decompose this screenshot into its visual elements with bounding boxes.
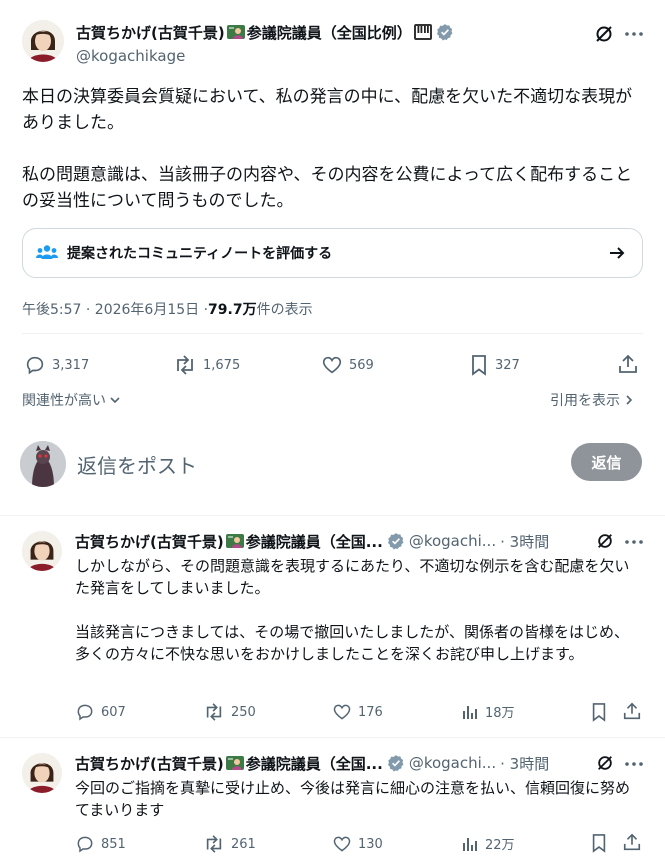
repost-stat[interactable]: 1,675 — [173, 354, 240, 376]
reply-author-title[interactable]: 参議院議員（全国... — [246, 531, 383, 552]
like-stat[interactable]: 569 — [321, 354, 374, 376]
author-title[interactable]: 参議院議員（全国比例） — [247, 22, 412, 43]
author-name[interactable]: 古賀ちかげ(古賀千景) — [76, 22, 225, 43]
views-stat[interactable]: 18万 — [461, 702, 515, 721]
like-count: 176 — [358, 704, 383, 720]
community-note-card[interactable]: 提案されたコミュニティノートを評価する — [22, 228, 643, 278]
repost-icon — [173, 354, 197, 376]
like-stat[interactable]: 176 — [332, 702, 383, 722]
more-icon[interactable] — [624, 756, 644, 772]
verified-badge-icon — [436, 23, 454, 41]
reply-stat[interactable]: 3,317 — [24, 354, 89, 376]
arrow-right-icon — [608, 244, 626, 262]
share-icon[interactable] — [622, 701, 642, 721]
repost-count: 1,675 — [203, 357, 241, 373]
divider — [0, 737, 665, 738]
reply-icon — [75, 834, 95, 854]
author-header: 古賀ちかげ(古賀千景) 参議院議員（全国比例） — [76, 20, 454, 44]
views-icon — [461, 703, 479, 721]
views-icon — [461, 835, 479, 853]
reply-paragraph-2: 当該発言につきましては、その場で撤回いたしましたが、関係者の皆様をはじめ、多くの… — [75, 623, 629, 663]
chevron-right-icon — [622, 393, 636, 407]
like-icon — [332, 834, 352, 854]
reply-avatar[interactable] — [22, 531, 62, 571]
community-notes-icon — [36, 244, 58, 262]
reply-handle[interactable]: @kogachi... — [409, 532, 496, 550]
bookmark-icon — [469, 354, 489, 376]
views-count: 79.7万 — [208, 302, 257, 318]
reply-count: 3,317 — [52, 357, 90, 373]
reply-handle[interactable]: @kogachi... — [409, 754, 496, 772]
teacher-emoji-icon — [226, 23, 245, 41]
repost-icon — [203, 834, 225, 854]
verified-badge-icon — [387, 532, 405, 550]
sort-label: 関連性が高い — [22, 393, 106, 409]
repost-icon — [203, 702, 225, 722]
author-avatar[interactable] — [22, 20, 64, 62]
reply-stat[interactable]: 607 — [75, 702, 126, 722]
reply-stat[interactable]: 851 — [75, 834, 126, 854]
reply-author-title[interactable]: 参議院議員（全国... — [246, 753, 383, 774]
reply-input[interactable]: 返信をポスト — [77, 450, 197, 479]
reply-time[interactable]: · 3時間 — [500, 531, 549, 552]
teacher-emoji-icon — [225, 754, 244, 772]
chevron-down-icon — [108, 393, 122, 407]
community-note-label: 提案されたコミュニティノートを評価する — [67, 246, 333, 262]
views-stat[interactable]: 22万 — [461, 834, 515, 853]
reply-time[interactable]: · 3時間 — [500, 753, 549, 774]
like-count: 569 — [349, 357, 374, 373]
reply-paragraph-1: しかしながら、その問題意識を表現するにあたり、不適切な例示を含む配慮を欠いた発言… — [75, 557, 630, 597]
verified-badge-icon — [387, 754, 405, 772]
divider — [22, 333, 643, 334]
tweet-timestamp[interactable]: 午後5:57 · 2026年6月15日 · — [22, 299, 208, 319]
bookmark-count: 327 — [495, 357, 520, 373]
reply-button[interactable]: 返信 — [571, 443, 642, 481]
repost-stat[interactable]: 250 — [203, 702, 256, 722]
repost-count: 261 — [231, 836, 256, 852]
reply-icon — [75, 702, 95, 722]
tweet-paragraph-2: 私の問題意識は、当該冊子の内容や、その内容を公費によって広く配布することの妥当性… — [22, 165, 633, 211]
piano-emoji-icon — [413, 23, 432, 41]
bookmark-stat[interactable]: 327 — [469, 354, 520, 376]
reply-header: 古賀ちかげ(古賀千景) 参議院議員（全国... @kogachi... · 3時… — [75, 752, 549, 774]
like-icon — [321, 354, 343, 376]
views-label: 件の表示 — [256, 302, 313, 318]
bookmark-icon[interactable] — [590, 702, 608, 722]
grok-icon[interactable] — [594, 24, 614, 44]
reply-author-name[interactable]: 古賀ちかげ(古賀千景) — [75, 753, 224, 774]
author-handle[interactable]: @kogachikage — [76, 47, 185, 65]
current-user-avatar[interactable] — [20, 441, 66, 487]
views-count: 22万 — [485, 838, 515, 853]
reply-count: 607 — [101, 704, 126, 720]
bookmark-icon[interactable] — [590, 833, 608, 853]
view-quotes-link[interactable]: 引用を表示 — [550, 390, 636, 410]
repost-count: 250 — [231, 704, 256, 720]
tweet-paragraph-1: 本日の決算委員会質疑において、私の発言の中に、配慮を欠いた不適切な表現がありまし… — [22, 87, 633, 133]
more-icon[interactable] — [624, 26, 644, 42]
reply-avatar[interactable] — [22, 753, 62, 793]
divider — [0, 515, 665, 516]
quotes-label: 引用を表示 — [550, 393, 620, 409]
reply-count: 851 — [101, 836, 126, 852]
like-stat[interactable]: 130 — [332, 834, 383, 854]
like-icon — [332, 702, 352, 722]
views-count: 18万 — [485, 706, 515, 721]
teacher-emoji-icon — [225, 532, 244, 550]
reply-paragraph-1: 今回のご指摘を真摯に受け止め、今後は発言に細心の注意を払い、信頼回復に努めてまい… — [75, 779, 631, 819]
grok-icon[interactable] — [596, 532, 614, 550]
repost-stat[interactable]: 261 — [203, 834, 256, 854]
sort-dropdown[interactable]: 関連性が高い — [22, 390, 122, 410]
grok-icon[interactable] — [596, 754, 614, 772]
tweet-meta: 午後5:57 · 2026年6月15日 · 79.7万 件の表示 — [22, 299, 313, 319]
like-count: 130 — [358, 836, 383, 852]
reply-header: 古賀ちかげ(古賀千景) 参議院議員（全国... @kogachi... · 3時… — [75, 530, 549, 552]
reply-author-name[interactable]: 古賀ちかげ(古賀千景) — [75, 531, 224, 552]
more-icon[interactable] — [624, 534, 644, 550]
share-icon[interactable] — [622, 832, 642, 852]
share-icon[interactable] — [617, 353, 639, 375]
reply-icon — [24, 354, 46, 376]
